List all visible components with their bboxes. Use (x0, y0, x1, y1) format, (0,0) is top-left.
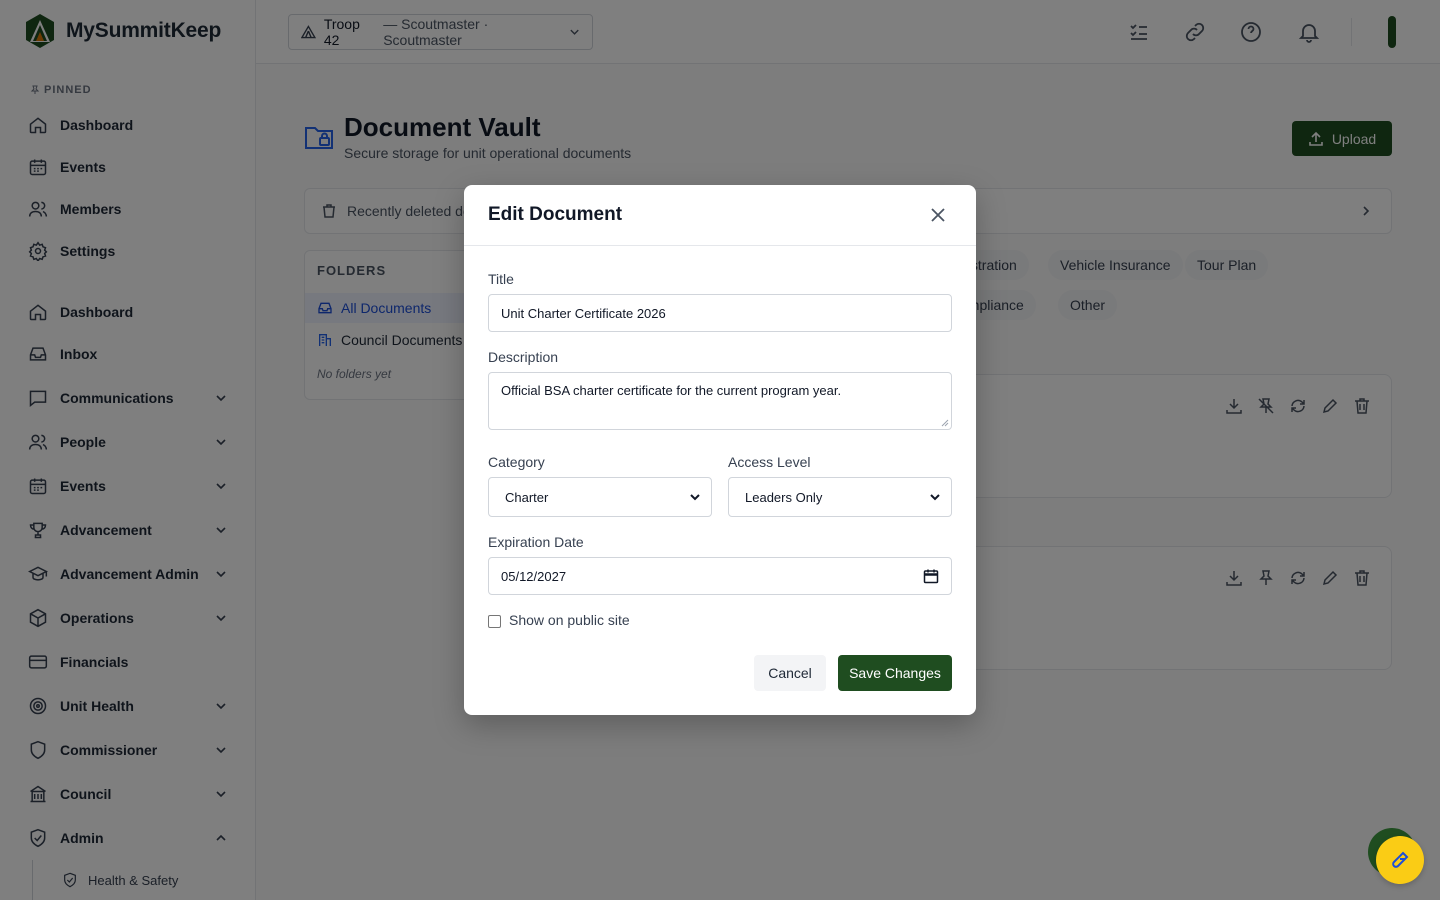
category-label: Category (488, 454, 545, 470)
calendar-icon[interactable] (923, 568, 939, 584)
chevron-down-icon (930, 494, 940, 501)
public-site-checkbox[interactable] (488, 615, 501, 628)
description-textarea[interactable]: Official BSA charter certificate for the… (488, 372, 952, 430)
resize-handle-icon[interactable] (941, 419, 949, 427)
access-level-label: Access Level (728, 454, 811, 470)
edit-document-dialog: Edit Document Title Unit Charter Certifi… (464, 185, 976, 715)
title-input-value: Unit Charter Certificate 2026 (501, 305, 666, 321)
expiration-date-label: Expiration Date (488, 534, 584, 550)
description-value: Official BSA charter certificate for the… (501, 383, 842, 398)
category-select[interactable]: Charter (488, 477, 712, 517)
title-input[interactable]: Unit Charter Certificate 2026 (488, 294, 952, 332)
category-select-value: Charter (505, 489, 549, 505)
dialog-title: Edit Document (488, 204, 623, 225)
access-level-select[interactable]: Leaders Only (728, 477, 952, 517)
test-tools-fab-button[interactable] (1376, 836, 1424, 884)
title-label: Title (488, 271, 514, 287)
public-site-label[interactable]: Show on public site (509, 612, 630, 628)
expiration-date-input[interactable]: 05/12/2027 (488, 557, 952, 595)
expiration-date-value: 05/12/2027 (501, 568, 567, 584)
description-label: Description (488, 349, 559, 365)
test-tube-icon (1392, 851, 1409, 868)
dialog-header: Edit Document (464, 185, 976, 246)
cancel-button[interactable]: Cancel (754, 655, 826, 691)
chevron-down-icon (690, 494, 700, 501)
access-level-select-value: Leaders Only (745, 489, 823, 505)
close-icon[interactable] (928, 205, 948, 225)
save-changes-button[interactable]: Save Changes (838, 655, 952, 691)
